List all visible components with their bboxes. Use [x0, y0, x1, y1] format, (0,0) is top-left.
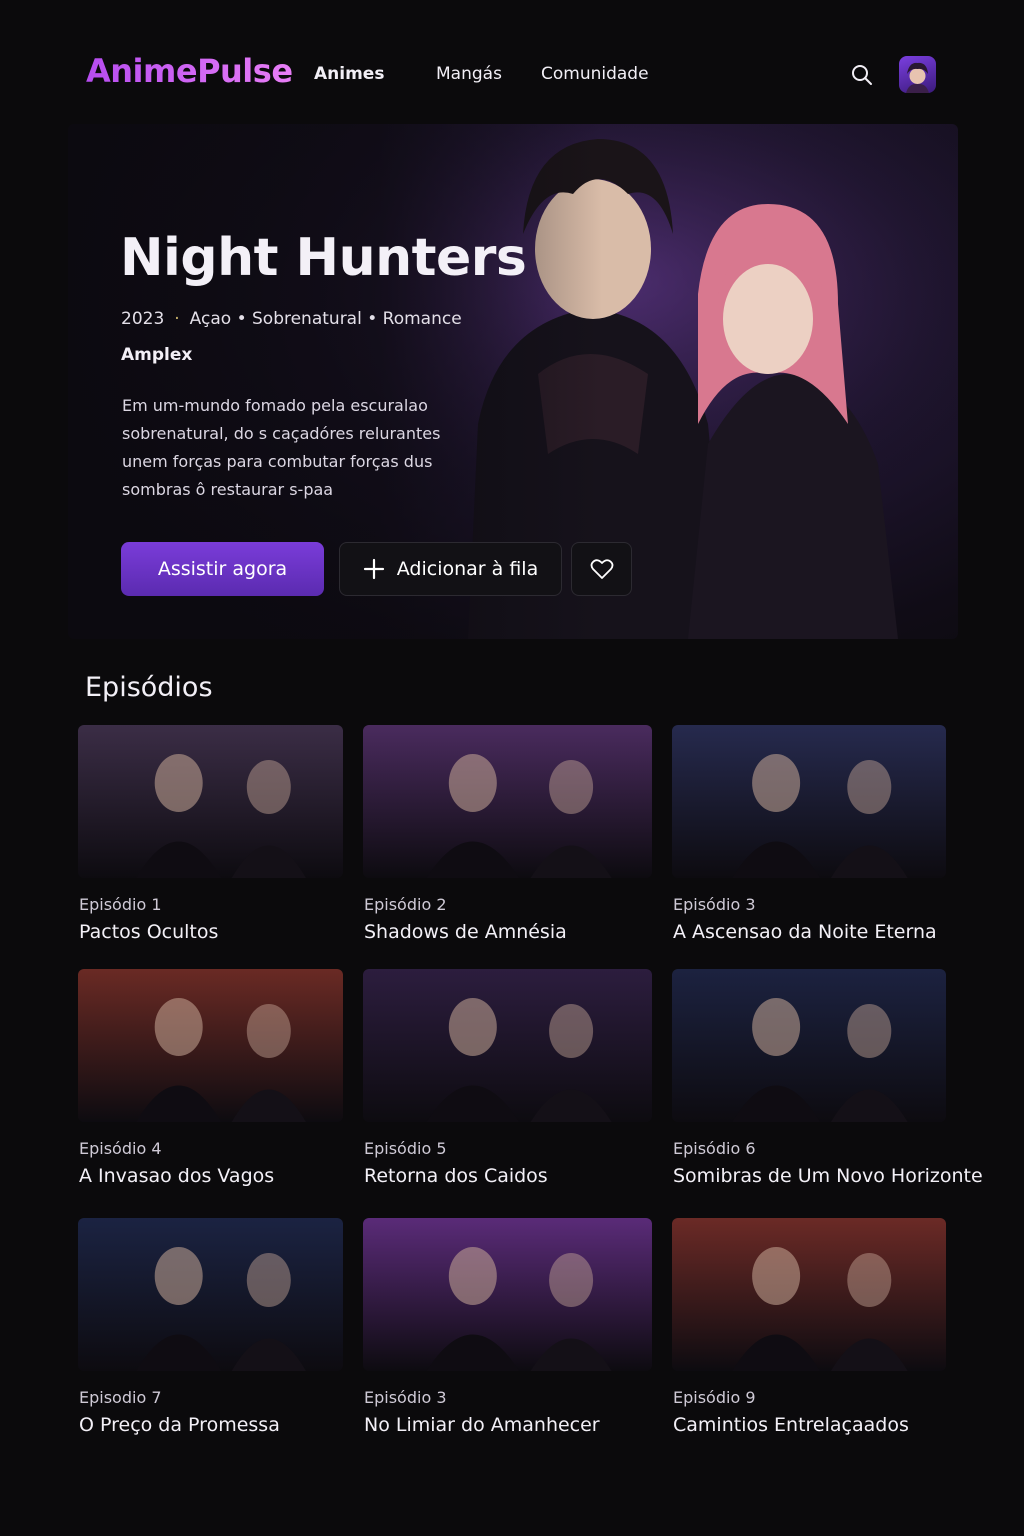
episode-card[interactable]: Episódio 3 A Ascensao da Noite Eterna: [672, 725, 946, 950]
favorite-button[interactable]: [571, 542, 632, 596]
watch-now-button[interactable]: Assistir agora: [121, 542, 324, 596]
episode-number: Episódio 9: [673, 1388, 756, 1407]
episode-thumbnail[interactable]: [363, 969, 652, 1122]
episode-number: Episódio 1: [79, 895, 162, 914]
episode-thumbnail[interactable]: [78, 1218, 343, 1371]
episode-card[interactable]: Episódio 1 Pactos Ocultos: [78, 725, 343, 950]
episode-thumbnail[interactable]: [672, 725, 946, 878]
episode-thumbnail[interactable]: [672, 1218, 946, 1371]
episode-title[interactable]: No Limiar do Amanhecer: [364, 1414, 600, 1436]
episode-number: Episódio 2: [364, 895, 447, 914]
episodes-heading: Episódios: [85, 672, 213, 703]
episode-number: Episódio 4: [79, 1139, 162, 1158]
meta-separator-dot: ·: [174, 309, 180, 329]
heart-icon: [590, 559, 613, 579]
episode-thumbnail[interactable]: [78, 725, 343, 878]
release-year: 2023: [121, 309, 165, 329]
episode-number: Episódio 6: [673, 1139, 756, 1158]
app-logo[interactable]: AnimePulse: [86, 52, 293, 90]
anime-description: Em um-mundo fomado pela escuralao sobren…: [122, 396, 441, 499]
episode-card[interactable]: Episódio 3 No Limiar do Amanhecer: [363, 1218, 652, 1443]
episode-title[interactable]: A Ascensao da Noite Eterna: [673, 921, 937, 943]
anime-meta: 2023 · Açao • Sobrenatural • Romance: [121, 309, 462, 329]
episode-title[interactable]: Somibras de Um Novo Horizonte: [673, 1165, 983, 1187]
nav-comunidade[interactable]: Comunidade: [541, 64, 649, 84]
top-navigation: AnimePulse Animes Mangás Comunidade: [0, 0, 1024, 130]
episode-card[interactable]: Episódio 4 A Invasao dos Vagos: [78, 969, 343, 1194]
search-icon[interactable]: [850, 63, 874, 87]
add-to-queue-button[interactable]: Adicionar à fila: [339, 542, 562, 596]
episode-number: Episódio 5: [364, 1139, 447, 1158]
episode-number: Episódio 3: [673, 895, 756, 914]
episode-title[interactable]: A Invasao dos Vagos: [79, 1165, 274, 1187]
plus-icon: [363, 558, 384, 580]
episode-title[interactable]: O Preço da Promessa: [79, 1414, 280, 1436]
genre-list: Açao • Sobrenatural • Romance: [189, 309, 462, 329]
episode-number: Episodio 7: [79, 1388, 162, 1407]
episode-title[interactable]: Camintios Entrelaçaados: [673, 1414, 909, 1436]
episode-thumbnail[interactable]: [78, 969, 343, 1122]
user-avatar[interactable]: [899, 56, 936, 93]
episode-card[interactable]: Episódio 6 Somibras de Um Novo Horizonte: [672, 969, 983, 1194]
anime-title: Night Hunters: [120, 228, 527, 288]
episode-title[interactable]: Retorna dos Caidos: [364, 1165, 548, 1187]
episode-number: Episódio 3: [364, 1388, 447, 1407]
studio-name: Amplex: [121, 345, 193, 365]
episode-card[interactable]: Episódio 5 Retorna dos Caidos: [363, 969, 652, 1194]
episode-title[interactable]: Shadows de Amnésia: [364, 921, 567, 943]
episode-thumbnail[interactable]: [363, 1218, 652, 1371]
episode-thumbnail[interactable]: [363, 725, 652, 878]
episode-card[interactable]: Episodio 7 O Preço da Promessa: [78, 1218, 343, 1443]
nav-animes[interactable]: Animes: [314, 64, 384, 84]
episode-thumbnail[interactable]: [672, 969, 946, 1122]
episode-card[interactable]: Episódio 9 Camintios Entrelaçaados: [672, 1218, 946, 1443]
episode-title[interactable]: Pactos Ocultos: [79, 921, 218, 943]
nav-mangas[interactable]: Mangás: [436, 64, 502, 84]
add-to-queue-label: Adicionar à fila: [396, 558, 539, 580]
episode-card[interactable]: Episódio 2 Shadows de Amnésia: [363, 725, 652, 950]
